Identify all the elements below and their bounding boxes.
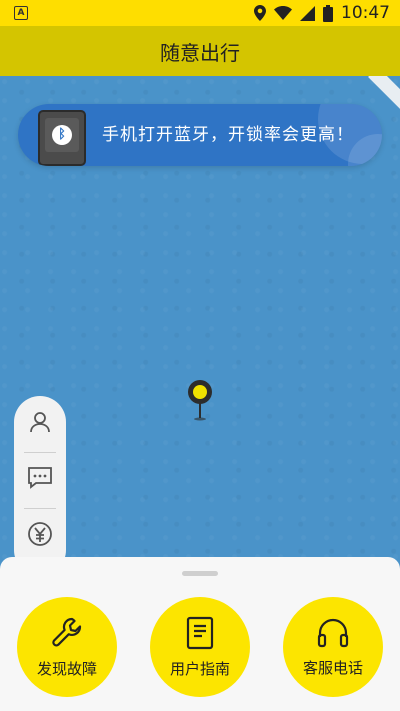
headset-icon bbox=[317, 618, 349, 647]
message-button[interactable] bbox=[14, 456, 66, 500]
notification-a-icon: A bbox=[14, 6, 28, 20]
status-time: 10:47 bbox=[341, 3, 390, 23]
drag-handle[interactable] bbox=[182, 571, 218, 576]
wallet-button[interactable] bbox=[14, 512, 66, 556]
report-fault-button[interactable]: 发现故障 bbox=[17, 597, 117, 697]
wrench-icon bbox=[52, 617, 82, 646]
phone-icon: ᛒ bbox=[38, 110, 86, 166]
divider bbox=[24, 508, 56, 509]
app-bar: 随意出行 bbox=[0, 26, 400, 76]
page-title: 随意出行 bbox=[160, 40, 240, 65]
customer-service-label: 客服电话 bbox=[302, 658, 363, 677]
phone-screen: ᛒ bbox=[45, 118, 79, 152]
customer-service-button[interactable]: 客服电话 bbox=[283, 597, 383, 697]
wifi-icon bbox=[274, 6, 292, 20]
book-icon bbox=[186, 616, 214, 649]
status-icons: 10:47 bbox=[254, 0, 390, 26]
message-icon bbox=[28, 467, 52, 489]
bottom-sheet: 发现故障 用户指南 客服电话 bbox=[0, 557, 400, 711]
bluetooth-icon: ᛒ bbox=[52, 125, 72, 145]
signal-icon bbox=[300, 5, 315, 21]
report-fault-label: 发现故障 bbox=[36, 659, 97, 678]
location-icon bbox=[254, 5, 266, 21]
user-guide-label: 用户指南 bbox=[169, 659, 230, 678]
user-guide-button[interactable]: 用户指南 bbox=[150, 597, 250, 697]
side-menu bbox=[14, 396, 66, 576]
bluetooth-banner[interactable]: ᛒ 手机打开蓝牙，开锁率会更高！ bbox=[18, 104, 382, 166]
banner-text: 手机打开蓝牙，开锁率会更高！ bbox=[102, 125, 354, 145]
yuan-icon bbox=[28, 522, 52, 546]
status-bar: A 10:47 bbox=[0, 0, 400, 26]
battery-icon bbox=[323, 4, 333, 22]
user-button[interactable] bbox=[14, 400, 66, 444]
divider bbox=[24, 452, 56, 453]
location-pin-icon bbox=[188, 380, 212, 421]
user-icon bbox=[30, 412, 50, 433]
